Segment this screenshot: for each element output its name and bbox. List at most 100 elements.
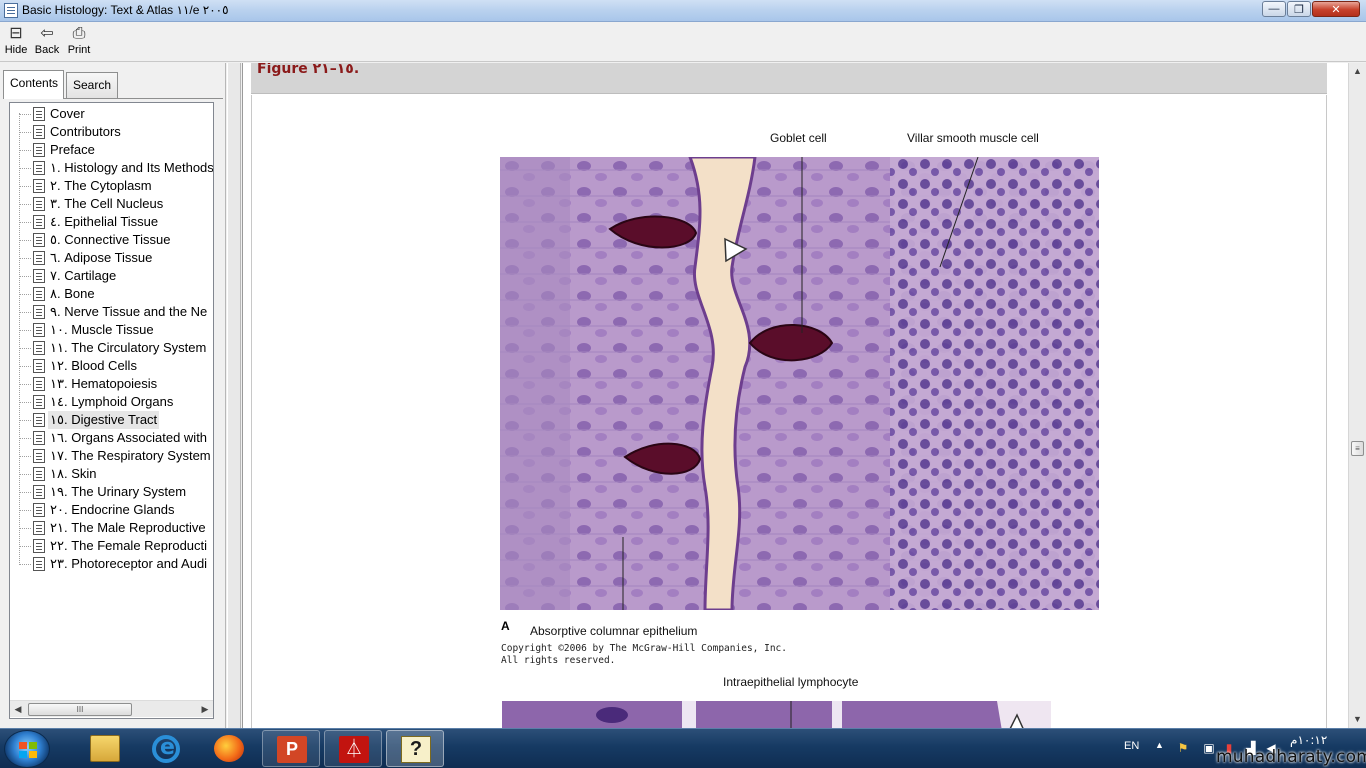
tab-search[interactable]: Search: [66, 72, 118, 98]
panel-a-label: A: [501, 619, 510, 633]
tree-item-label: ٢. The Cytoplasm: [50, 178, 152, 193]
taskbar-internet-explorer[interactable]: [138, 730, 196, 767]
tree-item-label: ٢١. The Male Reproductive: [50, 520, 206, 535]
horizontal-scrollbar[interactable]: ◀ III ▶: [10, 700, 213, 717]
tree-item-label: ٦. Adipose Tissue: [50, 250, 153, 265]
scroll-thumb[interactable]: III: [28, 703, 132, 716]
tree-item[interactable]: Preface: [10, 141, 213, 159]
tree-item-label: ٥. Connective Tissue: [50, 232, 171, 247]
page-icon: [33, 305, 45, 319]
scroll-up-icon[interactable]: ▲: [1349, 63, 1366, 80]
villar-muscle-label: Villar smooth muscle cell: [907, 131, 1039, 145]
taskbar-firefox[interactable]: [200, 730, 258, 767]
tree-item[interactable]: ٧. Cartilage: [10, 267, 213, 285]
scroll-right-icon[interactable]: ▶: [197, 702, 213, 717]
page-icon: [33, 485, 45, 499]
device-icon[interactable]: ▣: [1202, 741, 1216, 755]
tree-item-label: ١. Histology and Its Methods: [50, 160, 213, 175]
page-icon: [33, 179, 45, 193]
tree-item[interactable]: ١٨. Skin: [10, 465, 213, 483]
maximize-button[interactable]: ❐: [1287, 1, 1311, 17]
vertical-scrollbar[interactable]: ▲ ≡ ▼: [1348, 63, 1366, 728]
tree-item[interactable]: ١٩. The Urinary System: [10, 483, 213, 501]
tree-item[interactable]: ١٣. Hematopoiesis: [10, 375, 213, 393]
minimize-button[interactable]: —: [1262, 1, 1286, 17]
tree-item[interactable]: Cover: [10, 105, 213, 123]
tree-item-label: ١١. The Circulatory System: [50, 340, 207, 355]
clock[interactable]: ١٠:١٢م: [1290, 733, 1327, 747]
micrograph-a-image: [500, 155, 1099, 612]
window-title: Basic Histology: Text & Atlas ١١/e ٢٠٠٥: [22, 3, 229, 17]
micrograph-b-image: [502, 701, 1051, 728]
tree-item-label: ٤. Epithelial Tissue: [50, 214, 159, 229]
taskbar-explorer[interactable]: [76, 730, 134, 767]
tree-item[interactable]: ١٥. Digestive Tract: [10, 411, 213, 429]
tree-item[interactable]: ١٧. The Respiratory System: [10, 447, 213, 465]
tree-item[interactable]: ١٦. Organs Associated with: [10, 429, 213, 447]
tree-item[interactable]: ٢٢. The Female Reproducti: [10, 537, 213, 555]
show-hidden-icons-icon[interactable]: ▲: [1155, 740, 1164, 750]
tree-item[interactable]: ١٤. Lymphoid Organs: [10, 393, 213, 411]
taskbar-acrobat[interactable]: ⏃: [324, 730, 382, 767]
help-icon: ?: [401, 736, 431, 763]
scroll-down-icon[interactable]: ▼: [1349, 711, 1366, 728]
powerpoint-icon: P: [277, 736, 307, 763]
close-button[interactable]: ✕: [1312, 1, 1360, 17]
print-label: Print: [67, 44, 91, 56]
tree-item[interactable]: ١٢. Blood Cells: [10, 357, 213, 375]
goblet-cell-label: Goblet cell: [770, 131, 827, 145]
contents-list: Cover Contributors Preface ١. Histology and…: [10, 105, 213, 573]
copyright-line-1: Copyright ©2006 by The McGraw-Hill Compa…: [501, 643, 787, 654]
page-icon: [33, 269, 45, 283]
tab-contents[interactable]: Contents: [3, 70, 64, 99]
topic-pane: Figure ١٥–٢١. Goblet cell Villar smooth …: [242, 63, 1348, 728]
tree-item[interactable]: ١١. The Circulatory System: [10, 339, 213, 357]
tree-item-label: ١٩. The Urinary System: [50, 484, 187, 499]
tree-item[interactable]: ٦. Adipose Tissue: [10, 249, 213, 267]
page-icon: [33, 323, 45, 337]
taskbar-powerpoint[interactable]: P: [262, 730, 320, 767]
figure-header: Figure ١٥–٢١.: [251, 63, 1327, 94]
tree-item[interactable]: ٢. The Cytoplasm: [10, 177, 213, 195]
pane-splitter[interactable]: [227, 63, 241, 728]
flag-icon[interactable]: ⚑: [1176, 741, 1190, 755]
tree-item-label: ٩. Nerve Tissue and the Ne: [50, 304, 208, 319]
scroll-thumb-grip-icon[interactable]: ≡: [1351, 441, 1364, 456]
micrograph-panel-b: [502, 701, 1051, 728]
tree-item[interactable]: ٢٣. Photoreceptor and Audi: [10, 555, 213, 573]
windows-logo-icon: [19, 742, 37, 758]
contents-tree[interactable]: Cover Contributors Preface ١. Histology and…: [9, 102, 214, 719]
tree-item[interactable]: Contributors: [10, 123, 213, 141]
tree-item[interactable]: ٢٠. Endocrine Glands: [10, 501, 213, 519]
toolbar: ⊟ Hide ⇦ Back ⎙ Print: [0, 22, 1366, 62]
taskbar-help[interactable]: ?: [386, 730, 444, 767]
page-icon: [33, 539, 45, 553]
page-icon: [33, 287, 45, 301]
tree-item[interactable]: ٣. The Cell Nucleus: [10, 195, 213, 213]
tree-item[interactable]: ٤. Epithelial Tissue: [10, 213, 213, 231]
tree-item-label: ١٥. Digestive Tract: [48, 411, 160, 429]
help-file-icon: [4, 3, 18, 18]
page-icon: [33, 197, 45, 211]
copyright-notice: Copyright ©2006 by The McGraw-Hill Compa…: [501, 643, 787, 667]
title-bar: Basic Histology: Text & Atlas ١١/e ٢٠٠٥ …: [0, 0, 1366, 22]
tree-item[interactable]: ٩. Nerve Tissue and the Ne: [10, 303, 213, 321]
print-button[interactable]: ⎙ Print: [64, 24, 94, 60]
language-indicator[interactable]: EN: [1124, 740, 1139, 752]
tree-item[interactable]: ٥. Connective Tissue: [10, 231, 213, 249]
start-button[interactable]: [4, 730, 50, 768]
scroll-left-icon[interactable]: ◀: [10, 702, 26, 717]
back-button[interactable]: ⇦ Back: [32, 24, 62, 60]
tree-item-label: ٧. Cartilage: [50, 268, 117, 283]
tree-item[interactable]: ١٠. Muscle Tissue: [10, 321, 213, 339]
copyright-line-2: All rights reserved.: [501, 655, 616, 666]
hide-pane-icon: ⊟: [9, 25, 23, 42]
firefox-icon: [214, 735, 244, 762]
tree-item-label: ٣. The Cell Nucleus: [50, 196, 164, 211]
back-label: Back: [34, 44, 60, 56]
page-icon: [33, 215, 45, 229]
hide-button[interactable]: ⊟ Hide: [1, 24, 31, 60]
tree-item[interactable]: ٨. Bone: [10, 285, 213, 303]
tree-item[interactable]: ٢١. The Male Reproductive: [10, 519, 213, 537]
tree-item[interactable]: ١. Histology and Its Methods: [10, 159, 213, 177]
